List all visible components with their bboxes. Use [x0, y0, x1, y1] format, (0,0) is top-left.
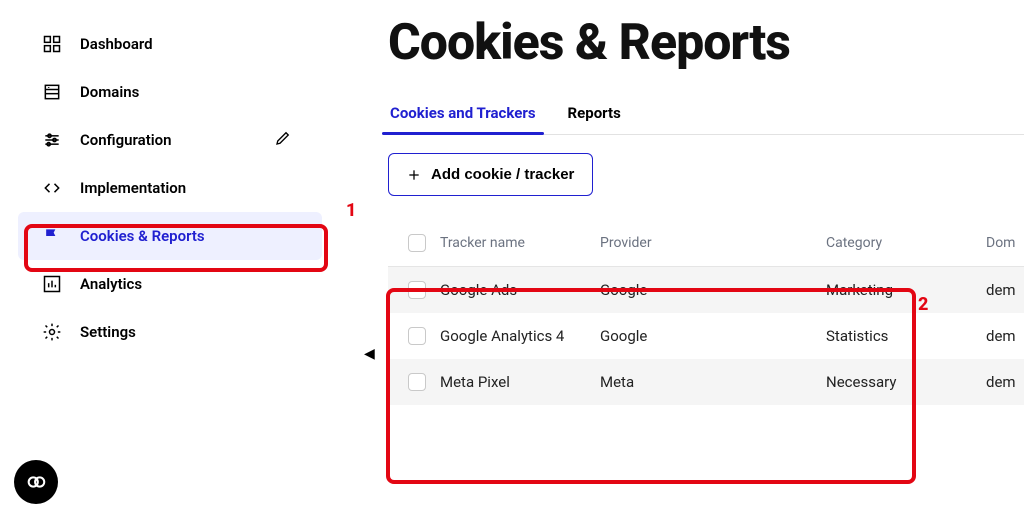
cell-provider: Google: [600, 281, 826, 299]
flag-icon: [42, 226, 62, 246]
edit-icon[interactable]: [274, 129, 292, 151]
cell-domain: dem: [986, 327, 1024, 345]
cell-name: Google Ads: [440, 281, 600, 299]
table-row[interactable]: Google Ads Google Marketing dem: [388, 267, 1024, 313]
tab-cookies-trackers[interactable]: Cookies and Trackers: [388, 94, 538, 134]
sidebar-item-domains[interactable]: Domains: [0, 68, 330, 116]
cell-domain: dem: [986, 281, 1024, 299]
sidebar: Dashboard Domains Configuration Implemen…: [0, 0, 330, 518]
cell-domain: dem: [986, 373, 1024, 391]
row-checkbox[interactable]: [408, 373, 426, 391]
sidebar-item-label: Settings: [80, 323, 136, 341]
add-cookie-label: Add cookie / tracker: [431, 166, 574, 183]
main-content: Cookies & Reports Cookies and Trackers R…: [388, 0, 1024, 518]
trackers-table: Tracker name Provider Category Dom Googl…: [388, 220, 1024, 405]
table-row[interactable]: Meta Pixel Meta Necessary dem: [388, 359, 1024, 405]
cell-category: Marketing: [826, 281, 986, 299]
select-all-checkbox[interactable]: [408, 234, 426, 252]
cookie-icon: [25, 471, 47, 493]
cell-provider: Meta: [600, 373, 826, 391]
cell-category: Necessary: [826, 373, 986, 391]
sidebar-item-configuration[interactable]: Configuration: [0, 116, 330, 164]
plus-icon: [407, 168, 421, 182]
settings-icon: [42, 322, 62, 342]
table-header-row: Tracker name Provider Category Dom: [388, 220, 1024, 267]
sidebar-item-label: Cookies & Reports: [80, 227, 205, 245]
add-cookie-button[interactable]: Add cookie / tracker: [388, 153, 593, 196]
cell-name: Google Analytics 4: [440, 327, 600, 345]
table-row[interactable]: Google Analytics 4 Google Statistics dem: [388, 313, 1024, 359]
page-title: Cookies & Reports: [388, 14, 1024, 72]
analytics-icon: [42, 274, 62, 294]
cell-name: Meta Pixel: [440, 373, 600, 391]
col-tracker-name: Tracker name: [440, 235, 600, 251]
sidebar-item-label: Dashboard: [80, 35, 153, 53]
annotation-label-1: 1: [346, 200, 356, 221]
tabs: Cookies and Trackers Reports: [388, 94, 1024, 135]
mouse-cursor-icon: ◀: [364, 346, 375, 362]
col-domain: Dom: [986, 235, 1024, 251]
col-category: Category: [826, 235, 986, 251]
sidebar-item-label: Domains: [80, 83, 139, 101]
sidebar-item-label: Analytics: [80, 275, 142, 293]
sidebar-item-cookies-reports[interactable]: Cookies & Reports: [18, 212, 322, 260]
sidebar-item-implementation[interactable]: Implementation: [0, 164, 330, 212]
sidebar-item-label: Configuration: [80, 131, 172, 149]
domains-icon: [42, 82, 62, 102]
cell-provider: Google: [600, 327, 826, 345]
configuration-icon: [42, 130, 62, 150]
sidebar-item-label: Implementation: [80, 179, 186, 197]
row-checkbox[interactable]: [408, 327, 426, 345]
sidebar-item-settings[interactable]: Settings: [0, 308, 330, 356]
tab-reports[interactable]: Reports: [566, 94, 623, 134]
annotation-label-2: 2: [918, 294, 928, 315]
sidebar-item-analytics[interactable]: Analytics: [0, 260, 330, 308]
implementation-icon: [42, 178, 62, 198]
sidebar-item-dashboard[interactable]: Dashboard: [0, 20, 330, 68]
cell-category: Statistics: [826, 327, 986, 345]
fab-button[interactable]: [14, 460, 58, 504]
row-checkbox[interactable]: [408, 281, 426, 299]
dashboard-icon: [42, 34, 62, 54]
col-provider: Provider: [600, 235, 826, 251]
